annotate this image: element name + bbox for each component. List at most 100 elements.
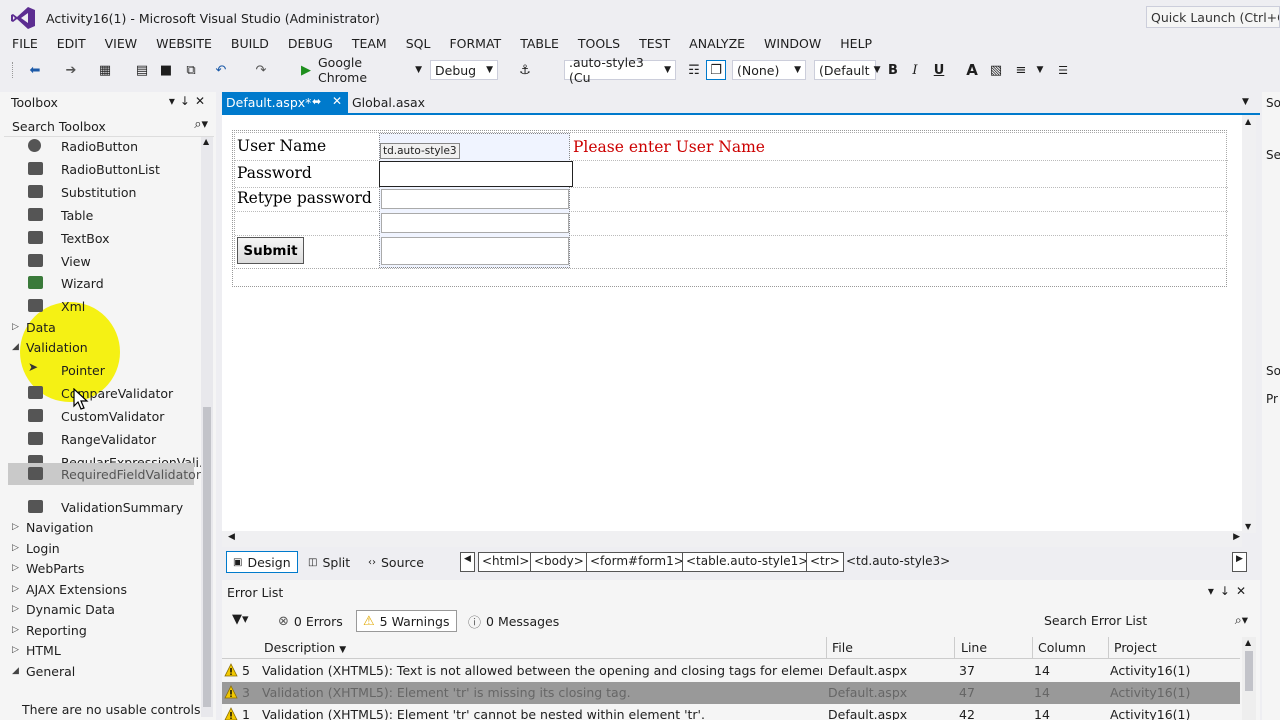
tab-global-asax[interactable]: Global.asax	[352, 95, 425, 110]
split-view-button[interactable]: ◫ Split	[302, 551, 356, 573]
breadcrumb-td-current[interactable]: <td.auto-style3>	[846, 554, 950, 568]
toolbox-category-navigation[interactable]: ▷ Navigation	[12, 517, 202, 537]
scroll-up-icon[interactable]: ▲	[1245, 117, 1251, 126]
font-color-button[interactable]: A	[962, 60, 982, 80]
menu-help[interactable]: HELP	[828, 34, 879, 54]
breadcrumb-back-icon[interactable]: ◀	[460, 552, 475, 572]
warnings-filter-button[interactable]: ⚠ 5 Warnings	[356, 610, 457, 632]
column-separator[interactable]	[1032, 637, 1033, 659]
toolbox-category-dynamic-data[interactable]: ▷ Dynamic Data	[12, 599, 202, 619]
designer-horizontal-scrollbar[interactable]: ◀ ▶	[222, 531, 1242, 547]
scroll-left-icon[interactable]: ◀	[228, 532, 235, 542]
column-separator[interactable]	[954, 637, 955, 659]
table-row[interactable]: 5 Validation (XHTML5): Text is not allow…	[222, 660, 1240, 682]
menu-build[interactable]: BUILD	[219, 34, 276, 54]
quick-launch-input[interactable]: Quick Launch (Ctrl+Q)	[1146, 6, 1280, 28]
back-icon[interactable]: ⬅	[24, 60, 46, 80]
menu-tools[interactable]: TOOLS	[566, 34, 627, 54]
tab-default-aspx[interactable]: Default.aspx* ⬌ ✕	[222, 92, 348, 114]
error-list-window-buttons[interactable]: ▾↓✕	[1208, 584, 1252, 598]
list-icon[interactable]: ☰	[1048, 60, 1078, 80]
toolbox-item-substitution[interactable]: Substitution	[0, 181, 200, 203]
toolbox-item-view[interactable]: View	[0, 250, 200, 272]
toolbox-item-validationsummary[interactable]: ValidationSummary	[0, 496, 200, 518]
breadcrumb-body[interactable]: <body>	[530, 552, 588, 572]
toolbox-item-requiredfieldvalidator[interactable]: RequiredFieldValidator	[8, 463, 201, 485]
attach-icon[interactable]: ⚓	[514, 60, 536, 80]
chevron-down-icon[interactable]: ▼	[1034, 60, 1046, 80]
toolbox-item-xml[interactable]: Xml	[0, 295, 200, 317]
undo-icon[interactable]: ↶	[210, 60, 232, 80]
menu-edit[interactable]: EDIT	[45, 34, 93, 54]
breadcrumb-tr[interactable]: <tr>	[806, 552, 844, 572]
link-style-icon[interactable]: ❐	[706, 60, 726, 80]
breadcrumb-forward-icon[interactable]: ▶	[1232, 552, 1247, 572]
pin-icon[interactable]: ⬌	[312, 95, 321, 108]
toolbox-item-pointer[interactable]: ➤ Pointer	[0, 359, 200, 381]
new-project-icon[interactable]: ▦	[94, 60, 116, 80]
scroll-down-icon[interactable]: ▼	[1245, 522, 1251, 531]
toolbox-scrollbar[interactable]: ▲	[201, 137, 213, 717]
column-column[interactable]: Column	[1038, 640, 1086, 655]
menu-website[interactable]: WEBSITE	[144, 34, 219, 54]
toolbox-search-input[interactable]: Search Toolbox ⌕▾	[4, 115, 214, 137]
toolbox-category-validation[interactable]: ◢ Validation	[12, 337, 202, 357]
menu-table[interactable]: TABLE	[508, 34, 566, 54]
menu-view[interactable]: VIEW	[93, 34, 145, 54]
tab-overflow-dropdown-icon[interactable]: ▼	[1242, 97, 1249, 107]
align-left-icon[interactable]: ≡	[1010, 60, 1032, 80]
submit-row-cell[interactable]	[381, 237, 569, 265]
column-project[interactable]: Project	[1114, 640, 1157, 655]
messages-filter-button[interactable]: ⓘ 0 Messages	[462, 610, 565, 632]
scroll-up-icon[interactable]: ▲	[203, 137, 209, 146]
save-all-icon[interactable]: ⧉	[180, 60, 202, 80]
source-view-button[interactable]: ‹› Source	[362, 551, 430, 573]
font-dropdown[interactable]: (Default ▼	[814, 60, 880, 80]
breadcrumb-form[interactable]: <form#form1>	[586, 552, 688, 572]
italic-button[interactable]: I	[906, 60, 924, 80]
scrollbar-thumb[interactable]	[203, 407, 211, 707]
error-list-scrollbar[interactable]: ▲	[1242, 637, 1256, 720]
filter-icon[interactable]: ▼▾	[232, 612, 249, 627]
column-separator[interactable]	[1108, 637, 1109, 659]
toolbox-category-webparts[interactable]: ▷ WebParts	[12, 558, 202, 578]
toolbox-category-reporting[interactable]: ▷ Reporting	[12, 620, 202, 640]
toolbox-window-buttons[interactable]: ▾↓✕	[169, 94, 210, 108]
scrollbar-thumb[interactable]	[1245, 651, 1253, 691]
highlight-icon[interactable]: ▧	[986, 60, 1006, 80]
toolbox-item-customvalidator[interactable]: CustomValidator	[0, 405, 200, 427]
toolbox-category-login[interactable]: ▷ Login	[12, 538, 202, 558]
submit-button[interactable]: Submit	[237, 237, 304, 264]
design-surface[interactable]: User Name Password Retype password td.au…	[222, 115, 1242, 533]
scroll-up-icon[interactable]: ▲	[1245, 638, 1251, 647]
toolbox-item-rangevalidator[interactable]: RangeValidator	[0, 428, 200, 450]
retype-password-textbox[interactable]	[381, 189, 569, 209]
menu-sql[interactable]: SQL	[394, 34, 438, 54]
designer-vertical-scrollbar[interactable]: ▲ ▼	[1242, 115, 1256, 533]
form-table[interactable]: User Name Password Retype password td.au…	[234, 132, 1228, 269]
properties-title[interactable]: Pr	[1266, 392, 1278, 406]
required-field-validator[interactable]: Please enter User Name	[573, 138, 765, 156]
redo-icon[interactable]: ↷	[250, 60, 272, 80]
menu-format[interactable]: FORMAT	[437, 34, 508, 54]
table-row[interactable]: 3 Validation (XHTML5): Element 'tr' is m…	[222, 682, 1240, 704]
column-line[interactable]: Line	[961, 640, 987, 655]
toolbox-item-textbox[interactable]: TextBox	[0, 227, 200, 249]
search-icon[interactable]: ⌕▾	[1235, 612, 1248, 628]
solution-explorer-title[interactable]: So	[1266, 96, 1280, 110]
css-class-dropdown[interactable]: .auto-style3 (Cu ▼	[564, 55, 676, 85]
save-icon[interactable]: ■	[156, 60, 176, 80]
start-debug-icon[interactable]: ▶	[298, 60, 314, 80]
design-view-button[interactable]: ▣ Design	[226, 551, 298, 573]
open-file-icon[interactable]: ▤	[132, 60, 152, 80]
toolbox-category-general[interactable]: ◢ General	[12, 661, 202, 681]
toolbox-item-table[interactable]: Table	[0, 204, 200, 226]
menu-team[interactable]: TEAM	[340, 34, 394, 54]
bold-button[interactable]: B	[884, 60, 902, 80]
browser-dropdown[interactable]: Google Chrome ▼	[314, 55, 426, 85]
toolbox-item-wizard[interactable]: Wizard	[0, 272, 200, 294]
style-icon[interactable]: ☶	[684, 60, 704, 80]
toolbox-category-ajax-extensions[interactable]: ▷ AJAX Extensions	[12, 579, 202, 599]
errors-filter-button[interactable]: ⊗ 0 Errors	[272, 610, 349, 632]
toolbar-grip[interactable]	[12, 62, 15, 78]
